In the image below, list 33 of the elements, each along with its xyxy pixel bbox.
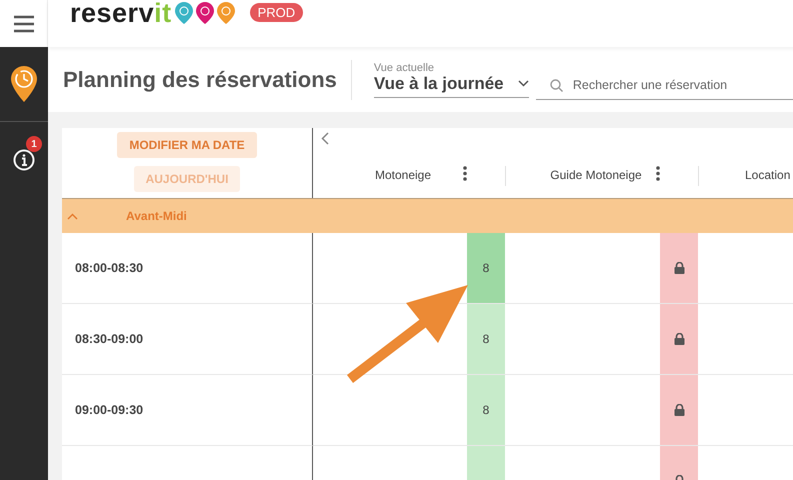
chevron-left-icon[interactable] — [321, 132, 329, 145]
availability-cell[interactable]: 8 — [467, 375, 505, 445]
environment-badge: PROD — [250, 3, 304, 22]
time-slot: 09:00-09:30 — [75, 403, 144, 417]
view-select[interactable]: Vue actuelle Vue à la journée — [374, 62, 529, 98]
time-slot: 08:00-08:30 — [75, 261, 144, 275]
sidebar-item[interactable]: 1 — [0, 122, 48, 197]
column-header: Location — [745, 168, 790, 182]
availability-count: 8 — [482, 332, 490, 346]
time-slot: 08:30-09:00 — [75, 332, 144, 346]
availability-cell[interactable]: 8 — [467, 304, 505, 374]
lock-icon — [674, 262, 684, 274]
chevron-down-icon — [518, 80, 529, 87]
availability-count: 8 — [482, 403, 490, 417]
more-options-icon[interactable] — [463, 166, 467, 181]
lock-icon — [674, 333, 684, 345]
clock-pin-icon[interactable] — [11, 66, 37, 102]
search-icon — [550, 78, 563, 92]
page-title: Planning des réservations — [63, 60, 352, 100]
reservit-logo: reservit — [70, 0, 236, 26]
locked-cell[interactable] — [660, 375, 698, 445]
logo-pins-icon — [174, 1, 236, 25]
locked-cell[interactable] — [660, 233, 698, 303]
column-header: Guide Motoneige — [549, 168, 643, 182]
info-icon[interactable] — [13, 148, 35, 170]
locked-cell[interactable] — [660, 304, 698, 374]
availability-cell[interactable]: 8 — [467, 233, 505, 303]
notification-badge: 1 — [26, 136, 42, 152]
lock-icon — [674, 404, 684, 416]
column-header: Motoneige — [374, 168, 432, 182]
menu-icon[interactable] — [14, 14, 34, 32]
availability-count: 8 — [482, 261, 490, 275]
more-options-icon[interactable] — [656, 166, 660, 181]
